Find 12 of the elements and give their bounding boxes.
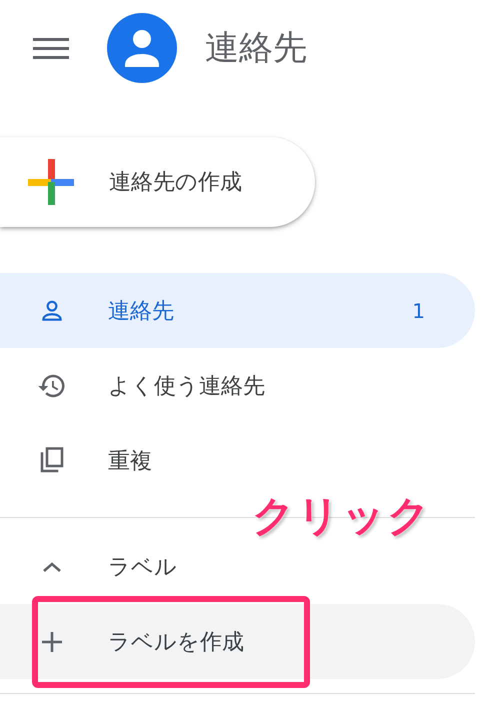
create-contact-button[interactable]: 連絡先の作成	[0, 137, 315, 227]
nav-item[interactable]: よく使う連絡先	[0, 348, 475, 423]
count-label: 1	[412, 298, 425, 322]
create-label-item[interactable]: ラベルを作成	[0, 604, 475, 679]
app-title: 連絡先	[205, 26, 307, 70]
menu-icon	[33, 36, 69, 60]
contacts-logo-icon	[107, 12, 177, 82]
plus-icon	[41, 630, 63, 652]
chevron-up-icon	[41, 560, 63, 574]
nav-item[interactable]: 連絡先 1	[0, 273, 475, 348]
plus-icon	[28, 159, 74, 205]
menu-button[interactable]	[33, 36, 69, 60]
